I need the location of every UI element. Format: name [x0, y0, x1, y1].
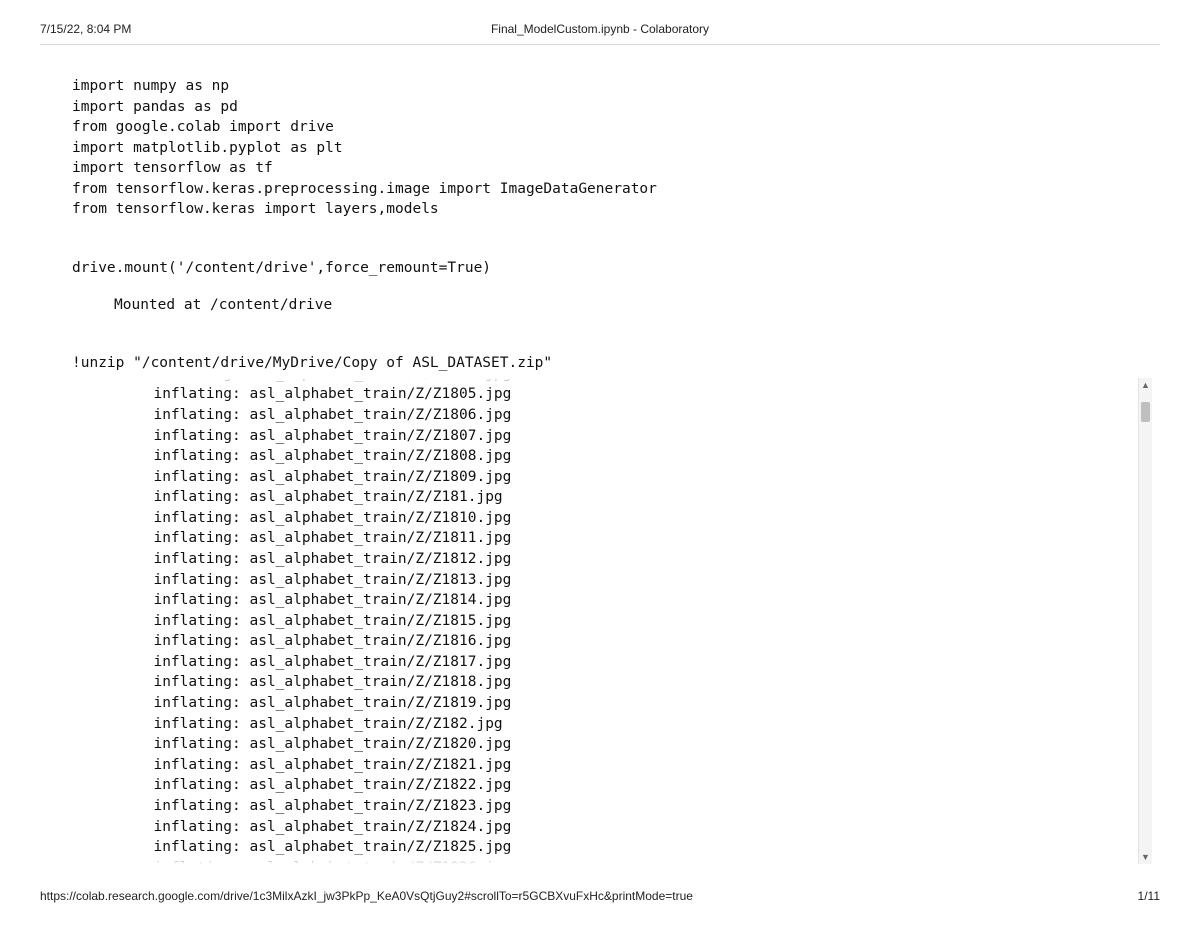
scroll-up-button[interactable]: ▲ — [1139, 378, 1152, 392]
code-cell-imports: import numpy as np import pandas as pd f… — [72, 76, 1152, 220]
footer-page-number: 1/11 — [1138, 889, 1160, 903]
footer-url: https://colab.research.google.com/drive/… — [40, 889, 693, 903]
notebook-content: import numpy as np import pandas as pd f… — [72, 76, 1152, 882]
scroll-thumb[interactable] — [1141, 402, 1150, 422]
output-scrollbar[interactable]: ▲ ▼ — [1138, 378, 1152, 864]
output-unzip-container: inflating: asl_alphabet_train/Z/Z1804.jp… — [136, 378, 1152, 864]
scroll-down-button[interactable]: ▼ — [1139, 850, 1152, 864]
code-cell-mount: drive.mount('/content/drive',force_remou… — [72, 258, 1152, 279]
output-unzip: inflating: asl_alphabet_train/Z/Z1804.jp… — [136, 378, 529, 864]
page-title: Final_ModelCustom.ipynb - Colaboratory — [491, 22, 709, 36]
code-cell-unzip: !unzip "/content/drive/MyDrive/Copy of A… — [72, 353, 1152, 374]
header-divider — [40, 44, 1160, 45]
print-timestamp: 7/15/22, 8:04 PM — [40, 22, 131, 36]
output-mount: Mounted at /content/drive — [114, 295, 1152, 316]
